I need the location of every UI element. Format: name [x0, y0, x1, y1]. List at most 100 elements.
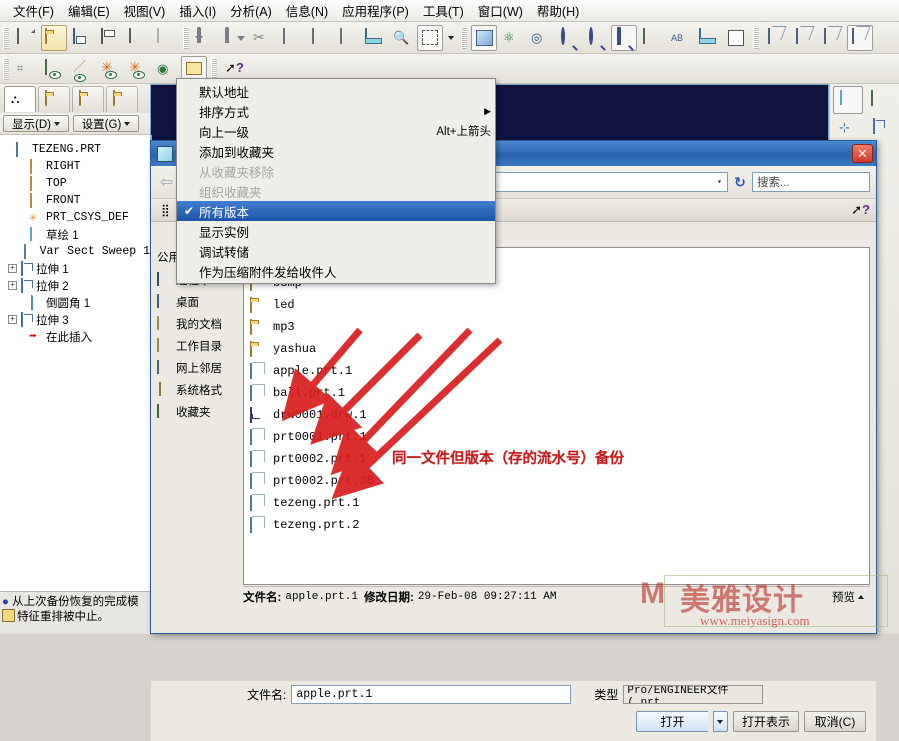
find-button[interactable]: 🔍	[389, 25, 415, 51]
search-input[interactable]: 搜索...	[752, 172, 870, 192]
sketch-tool-button[interactable]	[833, 86, 863, 114]
file-type-combo[interactable]: Pro/ENGINEER文件 (.prt,	[623, 685, 764, 704]
view-manager-button[interactable]	[723, 25, 749, 51]
tree-node[interactable]: RIGHT	[0, 158, 150, 175]
tree-node[interactable]: TEZENG.PRT	[0, 141, 150, 158]
model-tree-panel[interactable]: TEZENG.PRT RIGHT TOP FRONT ✳ PRT_CSYS_DE…	[0, 135, 152, 591]
csys-display-button[interactable]: ✳	[125, 56, 151, 82]
extrude-tool-button[interactable]	[865, 114, 895, 142]
list-item[interactable]: prt0001.prt.1	[244, 426, 869, 448]
mail-button[interactable]	[125, 25, 151, 51]
spin-center-button[interactable]: ⚛	[499, 25, 525, 51]
zoom-out-button[interactable]	[583, 25, 609, 51]
open-file-button[interactable]	[41, 24, 67, 51]
datum-point-display-button[interactable]: ⌗	[13, 56, 39, 82]
axis-display-button[interactable]: ／	[69, 56, 95, 82]
model-tree-settings-button[interactable]: 设置(G)	[73, 115, 139, 132]
toolbar-grip[interactable]	[3, 26, 9, 49]
list-item[interactable]: prt0002.prt.38	[244, 470, 869, 492]
place-favorites[interactable]: 收藏夹	[155, 401, 241, 423]
menu-item-applications[interactable]: 应用程序(P)	[335, 0, 416, 22]
menu-item-file[interactable]: 文件(F)	[6, 0, 61, 22]
place-network-neighborhood[interactable]: 网上邻居	[155, 357, 241, 379]
annotation-display-button[interactable]: AB	[667, 25, 693, 51]
tree-node[interactable]: ✳ PRT_CSYS_DEF	[0, 209, 150, 226]
print-button[interactable]	[97, 25, 123, 51]
tab-connections[interactable]	[106, 86, 138, 112]
place-system-formats[interactable]: 系统格式	[155, 379, 241, 401]
tree-expander[interactable]: +	[8, 281, 17, 290]
toolbar-grip-5[interactable]	[3, 57, 9, 80]
back-icon[interactable]: ⇦	[157, 172, 176, 192]
hidden-line-button[interactable]	[791, 25, 817, 51]
open-dropdown-button[interactable]	[712, 711, 728, 732]
menu-item-add-to-favorites[interactable]: 添加到收藏夹	[177, 141, 495, 161]
menu-item-tools[interactable]: 工具(T)	[416, 0, 471, 22]
menu-item-insert[interactable]: 插入(I)	[172, 0, 223, 22]
redo-button[interactable]	[221, 25, 247, 51]
tree-node[interactable]: 草绘 1	[0, 226, 150, 243]
tab-model-tree[interactable]: ⛬	[4, 86, 36, 112]
open-representation-button[interactable]: 打开表示	[732, 711, 799, 732]
list-item[interactable]: ball.prt.1	[244, 382, 869, 404]
no-hidden-button[interactable]	[819, 25, 845, 51]
select-box-button[interactable]	[417, 24, 443, 51]
zoom-in-button[interactable]	[555, 25, 581, 51]
layers-button[interactable]	[695, 25, 721, 51]
plane-display-button[interactable]	[41, 56, 67, 82]
regenerate-button[interactable]	[361, 25, 387, 51]
list-item[interactable]: tezeng.prt.1	[244, 492, 869, 514]
preview-toggle[interactable]: 预览	[832, 589, 864, 605]
breadcrumb-dropdown-icon[interactable]: ▾	[717, 177, 725, 187]
file-list[interactable]: 11 bump led mp3 yashua apple.prt.1 ball.…	[243, 247, 870, 585]
copy-button[interactable]	[277, 25, 303, 51]
tab-folder-browser[interactable]	[38, 86, 70, 112]
filename-input[interactable]: apple.prt.1	[291, 685, 572, 704]
list-item[interactable]: drw0001.drw.1	[244, 404, 869, 426]
menu-item-analysis[interactable]: 分析(A)	[223, 0, 279, 22]
list-item[interactable]: yashua	[244, 338, 869, 360]
menu-item-sort-by[interactable]: 排序方式 ▶	[177, 101, 495, 121]
tree-node[interactable]: + 拉伸 3	[0, 311, 150, 328]
model-tree-show-button[interactable]: 显示(D)	[3, 115, 69, 132]
tools-dropdown-menu[interactable]: 默认地址 排序方式 ▶ 向上一级 Alt+上箭头 添加到收藏夹 从收藏夹移除 组…	[176, 78, 496, 284]
menu-item-window[interactable]: 窗口(W)	[471, 0, 530, 22]
save-button[interactable]	[69, 25, 95, 51]
point-display-button[interactable]: ✳	[97, 56, 123, 82]
mail-disabled-button[interactable]	[153, 25, 179, 51]
tree-node[interactable]: FRONT	[0, 192, 150, 209]
list-item[interactable]: tezeng.prt.2	[244, 514, 869, 536]
menu-item-default-address[interactable]: 默认地址	[177, 81, 495, 101]
refresh-icon[interactable]: ↻	[732, 174, 748, 191]
list-item[interactable]: apple.prt.1	[244, 360, 869, 382]
paste-special-button[interactable]	[333, 25, 359, 51]
dialog-help-button[interactable]: ➚?	[851, 202, 870, 218]
menu-item-edit[interactable]: 编辑(E)	[61, 0, 117, 22]
new-file-button[interactable]	[13, 25, 39, 51]
menu-item-show-instances[interactable]: 显示实例	[177, 221, 495, 241]
tab-favorites[interactable]	[72, 86, 104, 112]
place-desktop[interactable]: 桌面	[155, 291, 241, 313]
place-my-documents[interactable]: 我的文档	[155, 313, 241, 335]
repaint-button[interactable]	[471, 24, 497, 51]
menu-item-help[interactable]: 帮助(H)	[530, 0, 586, 22]
toolbar-grip-2[interactable]	[183, 26, 189, 49]
menu-item-debug-dump[interactable]: 调试转储	[177, 241, 495, 261]
tree-expander[interactable]: +	[8, 264, 17, 273]
toolbar-grip-3[interactable]	[461, 26, 467, 49]
list-item[interactable]: led	[244, 294, 869, 316]
menu-item-send-as-zip-attachment[interactable]: 作为压缩附件发给收件人	[177, 261, 495, 281]
wireframe-button[interactable]	[763, 25, 789, 51]
tree-node[interactable]: Var Sect Sweep 1	[0, 243, 150, 260]
datum-display-button[interactable]	[639, 25, 665, 51]
list-item[interactable]: mp3	[244, 316, 869, 338]
tree-node[interactable]: + 拉伸 2	[0, 277, 150, 294]
datum-axis-tool-button[interactable]: ⊹	[833, 114, 863, 142]
undo-button[interactable]	[193, 25, 219, 51]
tree-node[interactable]: + 拉伸 1	[0, 260, 150, 277]
toolbar-grip-4[interactable]	[753, 26, 759, 49]
toolbar-grip-6[interactable]	[211, 57, 217, 80]
paste-button[interactable]	[305, 25, 331, 51]
shaded-button[interactable]	[847, 24, 873, 51]
menu-item-info[interactable]: 信息(N)	[279, 0, 335, 22]
